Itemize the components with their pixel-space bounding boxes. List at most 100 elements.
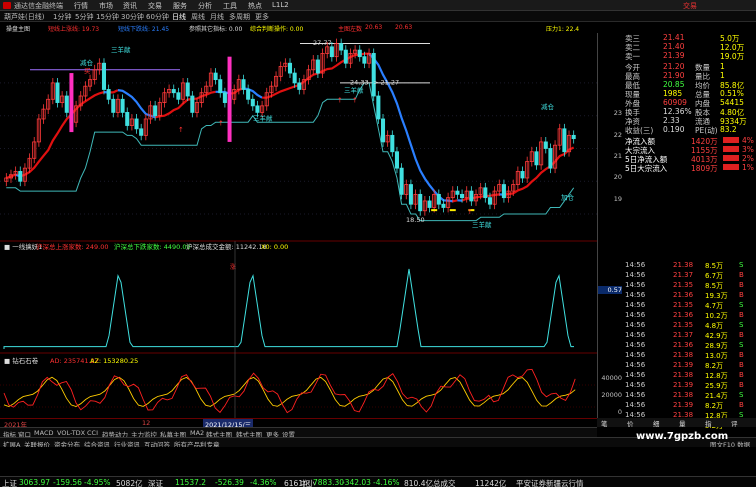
trade-button[interactable]: 交易 xyxy=(683,1,697,11)
candle-body xyxy=(408,184,413,205)
menu-trade[interactable]: 交易 xyxy=(148,1,162,11)
tick-row: 14:56 21.39 8.2万 B xyxy=(625,401,755,410)
indicator-item: 20.63 xyxy=(395,24,413,31)
quote-value: 1 xyxy=(720,62,725,71)
quote-value: 2.33 xyxy=(663,116,680,125)
buy-arrow-icon: ↑ xyxy=(178,126,184,134)
tick-row: 14:56 21.36 28.9万 S xyxy=(625,341,755,350)
ask-volume: 19.0万 xyxy=(720,52,745,61)
tab-macd[interactable]: MACD xyxy=(34,429,53,437)
trend-ma-line xyxy=(452,199,458,203)
tick-volume: 4.8万 xyxy=(705,322,724,330)
tick-row: 14:56 21.37 6.7万 B xyxy=(625,271,755,280)
tab-ma2[interactable]: MA2 xyxy=(190,429,204,437)
period-daily[interactable]: 日线 xyxy=(172,12,186,22)
flow-pct: 4% xyxy=(742,136,754,145)
buy-arrow-icon: ↑ xyxy=(352,97,358,105)
status-item: 平安证券新疆云行情 xyxy=(516,479,584,487)
period-30min[interactable]: 30分钟 xyxy=(121,12,144,22)
trend-ma-line xyxy=(503,146,575,196)
status-item: 5082亿 xyxy=(116,479,143,487)
tick-price: 21.37 xyxy=(673,271,694,279)
yaxis-tick: 0.57 xyxy=(598,286,622,294)
flow-label: 5日大宗流入 xyxy=(625,164,668,173)
menu-analysis[interactable]: 分析 xyxy=(198,1,212,11)
status-item: -4.36% xyxy=(250,478,277,487)
buy-arrow-icon: ↑ xyxy=(467,208,473,216)
indicator-legend: 操盘主图 短线上涨线: 19.73 短线下跌线: 21.45 参照其它指标: 0… xyxy=(0,23,597,33)
status-item: 810.4亿 xyxy=(404,479,433,487)
quote-value: 21.20 xyxy=(663,62,685,71)
panel-legend: 沪深总上涨家数: 249.00 xyxy=(36,242,109,251)
status-item: 深证 xyxy=(148,479,163,487)
tab-review[interactable]: 评 xyxy=(731,418,738,428)
tick-side: B xyxy=(739,311,744,319)
signal-bar xyxy=(69,73,74,133)
period-weekly[interactable]: 周线 xyxy=(191,12,205,22)
quote-row: 换手 12.36% 股本 4.80亿 xyxy=(625,107,755,117)
tick-time: 14:56 xyxy=(625,311,646,319)
indicator-item[interactable]: 操盘主图 xyxy=(6,24,30,33)
candle-body xyxy=(548,148,553,169)
period-toolbar: 葫芦娃(日线) 1分钟 5分钟 15分钟 30分钟 60分钟 日线 周线 月线 … xyxy=(0,11,756,22)
candle-body xyxy=(343,49,348,64)
period-60min[interactable]: 60分钟 xyxy=(146,12,169,22)
tab-index[interactable]: 指 xyxy=(705,418,712,428)
signal-bar xyxy=(227,56,232,142)
tick-time: 14:56 xyxy=(625,291,646,299)
candle-body xyxy=(418,193,423,212)
volume-indicator-panel: ■ 一线擒妖1沪深总上涨家数: 249.00 沪深总下跌家数: 4490.00沪深… xyxy=(3,242,574,349)
candle-body xyxy=(18,171,23,182)
tick-time: 14:56 xyxy=(625,381,646,389)
period-1min[interactable]: 1分钟 xyxy=(53,12,71,22)
period-15min[interactable]: 15分钟 xyxy=(96,12,119,22)
tab-volume[interactable]: 量 xyxy=(679,418,686,428)
menu-market[interactable]: 市场 xyxy=(99,1,113,11)
tick-price: 21.39 xyxy=(673,381,694,389)
yaxis-tick: 19 xyxy=(613,195,622,203)
yaxis-tick: 21 xyxy=(613,152,622,160)
indicator-item: 短线上涨线: 19.73 xyxy=(48,26,100,33)
menu-news[interactable]: 资讯 xyxy=(123,1,137,11)
price-annotation: 24.33 -> 21.27 xyxy=(350,79,399,87)
tick-side: S xyxy=(739,321,744,329)
period-monthly[interactable]: 月线 xyxy=(210,12,224,22)
tick-time: 14:56 xyxy=(625,391,646,399)
tab-ticks[interactable]: 笔 xyxy=(601,418,608,428)
chart-area[interactable]: 27.7724.33 -> 21.2718.50三羊献三羊献三羊献三羊献减仓减仓… xyxy=(0,33,597,418)
signal-label: 加仓 xyxy=(561,192,575,201)
period-multi[interactable]: 多周期 xyxy=(229,12,250,22)
period-5min[interactable]: 5分钟 xyxy=(75,12,93,22)
period-more[interactable]: 更多 xyxy=(255,12,269,22)
panel-legend: 沪深总成交金额: 11242.18 xyxy=(186,242,267,251)
menu-hot[interactable]: 热点 xyxy=(248,1,262,11)
menu-l1l2[interactable]: L1L2 xyxy=(272,1,289,9)
tab-cci[interactable]: CCI xyxy=(87,429,98,437)
price-annotation: 27.77 xyxy=(313,39,332,47)
menu-service[interactable]: 服务 xyxy=(173,1,187,11)
tab-price[interactable]: 价 xyxy=(627,418,634,428)
tick-volume: 25.9万 xyxy=(705,382,728,390)
quote-row: 净资 2.33 流通 9334万 xyxy=(625,116,755,126)
status-item: -159.56 xyxy=(53,478,82,487)
quote-value: 12.36% xyxy=(663,107,692,116)
status-item: 总成交 xyxy=(433,479,456,487)
tick-price: 21.39 xyxy=(673,401,694,409)
tick-time: 14:56 xyxy=(625,321,646,329)
signal-label: 减仓 xyxy=(80,58,94,67)
tab-vol-tdx[interactable]: VOL-TDX xyxy=(57,429,85,437)
quote-label: 收益(三) xyxy=(625,126,654,135)
tick-volume: 21.4万 xyxy=(705,392,728,400)
menu-quotes[interactable]: 行情 xyxy=(74,1,88,11)
tick-price: 21.35 xyxy=(673,301,694,309)
tick-side: B xyxy=(739,281,744,289)
tick-price: 21.37 xyxy=(673,331,694,339)
app-title: 通达信金融终端 xyxy=(14,2,63,10)
tab-detail[interactable]: 细 xyxy=(653,418,660,428)
title-bar: 通达信金融终端 行情 市场 资讯 交易 服务 分析 工具 热点 L1L2 交易 xyxy=(0,0,756,11)
menu-tools[interactable]: 工具 xyxy=(223,1,237,11)
quote-value: 54415 xyxy=(720,98,744,107)
quote-value: 20.85 xyxy=(663,80,685,89)
tick-time: 14:56 xyxy=(625,361,646,369)
panel-legend: AZ: 153280.25 xyxy=(90,357,138,365)
